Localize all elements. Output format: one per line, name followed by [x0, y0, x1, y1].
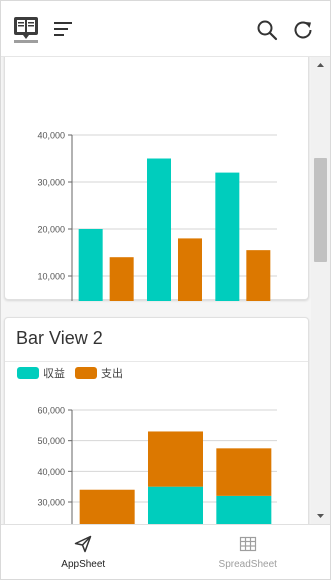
stacked-bar-income	[148, 486, 203, 524]
scroll-down-arrow-icon[interactable]	[311, 508, 330, 524]
table-icon	[239, 536, 256, 551]
scroll-up-arrow-icon[interactable]	[311, 57, 330, 73]
scroll-thumb[interactable]	[314, 158, 327, 262]
appsheet-logo-icon	[14, 17, 38, 43]
stacked-bar-expense	[79, 489, 135, 524]
y-tick-label: 30,000	[37, 498, 65, 508]
bar-expense	[109, 257, 134, 323]
nav-label-appsheet: AppSheet	[61, 558, 106, 570]
bar-income	[78, 229, 103, 323]
stacked-bar-expense	[216, 448, 272, 496]
content-area[interactable]: 010,00020,00030,00040,0001月2月3月月 Bar Vie…	[1, 57, 311, 524]
y-tick-label: 20,000	[37, 225, 65, 235]
bar-income	[215, 172, 240, 323]
bar-chart-1: 010,00020,00030,00040,0001月2月3月月	[37, 131, 306, 347]
y-tick-label: 40,000	[37, 131, 65, 141]
y-tick-label: 50,000	[37, 436, 65, 446]
refresh-icon[interactable]	[292, 19, 314, 41]
y-tick-label: 60,000	[37, 406, 65, 416]
bar-expense	[178, 238, 202, 323]
bottom-navigation: AppSheet SpreadSheet	[1, 524, 330, 579]
bar-view-2-card: Bar View 2 収益 支出 30,000 40,000 50,000 60,00…	[4, 317, 309, 524]
app-window: 010,00020,00030,00040,0001月2月3月月 Bar Vie…	[0, 0, 331, 580]
send-icon	[75, 535, 92, 552]
search-icon[interactable]	[256, 19, 278, 41]
hamburger-menu-icon[interactable]	[54, 21, 74, 37]
stacked-bar-expense	[148, 431, 203, 487]
nav-tab-spreadsheet[interactable]: SpreadSheet	[166, 525, 331, 579]
bar-view-1-card: 010,00020,00030,00040,0001月2月3月月	[4, 57, 309, 347]
y-tick-label: 40,000	[37, 467, 65, 477]
bar-chart-2: 30,000 40,000 50,000 60,000	[37, 406, 277, 524]
y-tick-label: 10,000	[37, 272, 65, 282]
app-header	[1, 1, 330, 57]
bar-income	[147, 158, 171, 323]
vertical-scrollbar[interactable]	[311, 57, 330, 524]
y-tick-label: 30,000	[37, 178, 65, 188]
nav-tab-appsheet[interactable]: AppSheet	[1, 525, 166, 579]
stacked-bar-income	[216, 495, 272, 524]
nav-label-spreadsheet: SpreadSheet	[218, 558, 277, 570]
bar-expense	[246, 250, 271, 323]
